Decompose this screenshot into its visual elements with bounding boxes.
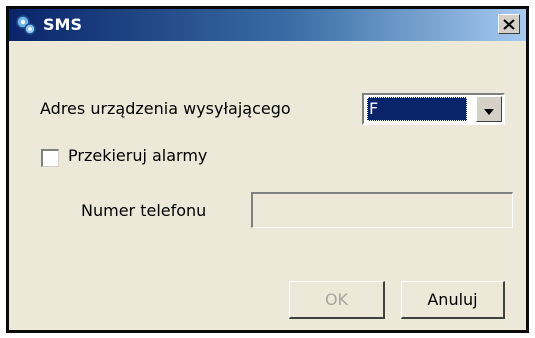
redirect-alarms-checkbox[interactable] bbox=[41, 149, 59, 167]
chevron-down-icon bbox=[484, 100, 494, 119]
cancel-button[interactable]: Anuluj bbox=[401, 281, 505, 319]
close-button[interactable] bbox=[498, 14, 520, 34]
sender-address-label: Adres urządzenia wysyłającego bbox=[40, 99, 291, 118]
sms-dialog: SMS Adres urządzenia wysyłającego F Prze… bbox=[6, 6, 529, 333]
dropdown-button[interactable] bbox=[476, 96, 502, 122]
title-bar[interactable]: SMS bbox=[9, 9, 526, 41]
sender-address-value: F bbox=[367, 97, 467, 121]
phone-number-label: Numer telefonu bbox=[81, 201, 207, 220]
close-icon bbox=[503, 15, 515, 34]
sender-address-select[interactable]: F bbox=[362, 93, 505, 125]
window-title: SMS bbox=[43, 15, 82, 34]
redirect-alarms-label[interactable]: Przekieruj alarmy bbox=[68, 146, 207, 165]
sms-gear-icon bbox=[15, 14, 37, 36]
phone-number-field[interactable] bbox=[251, 192, 513, 228]
ok-button[interactable]: OK bbox=[289, 281, 385, 319]
